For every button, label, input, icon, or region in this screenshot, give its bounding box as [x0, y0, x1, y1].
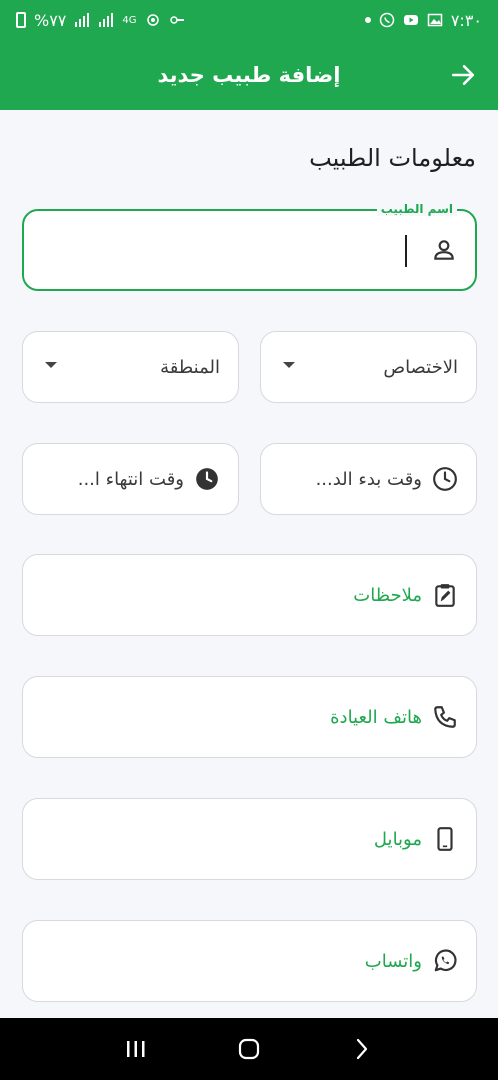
app-bar: إضافة طبيب جديد — [0, 40, 498, 110]
specialty-label: الاختصاص — [383, 356, 458, 378]
specialty-dropdown-arrow-icon — [283, 362, 295, 368]
doctor-name-label: اسم الطبيب — [376, 202, 457, 216]
mobile-label: موبايل — [373, 828, 422, 850]
battery-icon — [16, 12, 26, 28]
clipboard-edit-icon — [435, 584, 455, 607]
back-chevron-icon — [356, 1038, 367, 1060]
notification-dot — [364, 17, 371, 23]
signal-icon-2 — [99, 13, 114, 27]
region-dropdown-arrow-icon — [45, 362, 57, 368]
hotspot-icon — [146, 14, 159, 26]
status-right: ٧:٣٠ — [364, 10, 482, 30]
vpn-key-icon — [169, 16, 184, 24]
whatsapp-icon — [434, 949, 457, 972]
back-arrow-icon[interactable] — [450, 62, 476, 88]
section-title: معلومات الطبيب — [309, 144, 476, 172]
notes-field[interactable]: ملاحظات — [22, 554, 477, 636]
page-title: إضافة طبيب جديد — [157, 63, 341, 87]
end-time-field[interactable]: وقت انتهاء ا... — [22, 443, 239, 515]
doctor-name-field[interactable]: اسم الطبيب — [22, 202, 477, 291]
home-button[interactable] — [234, 1034, 264, 1064]
form-container: معلومات الطبيب اسم الطبيب الاختصاص المنط… — [0, 110, 498, 1018]
clock-outline-icon — [433, 467, 457, 491]
specialty-dropdown[interactable]: الاختصاص — [260, 331, 477, 403]
clock-filled-icon — [196, 468, 218, 490]
smartphone-icon — [437, 827, 453, 851]
clock-time: ٧:٣٠ — [450, 10, 482, 30]
back-button[interactable] — [347, 1034, 377, 1064]
home-icon — [238, 1038, 260, 1060]
whatsapp-field[interactable]: واتساب — [22, 920, 477, 1002]
start-time-field[interactable]: وقت بدء الد... — [260, 443, 477, 515]
data-label: 4G — [122, 14, 137, 26]
end-time-label: وقت انتهاء ا... — [77, 468, 184, 490]
whatsapp-label: واتساب — [364, 950, 422, 972]
youtube-notification-icon — [403, 15, 418, 25]
status-left: %٧٧ 4G — [16, 11, 185, 30]
system-nav-bar — [0, 1018, 498, 1080]
mobile-field[interactable]: موبايل — [22, 798, 477, 880]
clinic-phone-label: هاتف العيادة — [330, 706, 422, 728]
gallery-notification-icon — [427, 13, 443, 27]
phone-icon — [434, 706, 456, 728]
recent-apps-button[interactable] — [121, 1034, 151, 1064]
region-dropdown[interactable]: المنطقة — [22, 331, 239, 403]
text-cursor — [405, 235, 407, 267]
status-bar: %٧٧ 4G ٧:٣٠ — [0, 0, 498, 40]
start-time-label: وقت بدء الد... — [315, 468, 422, 490]
region-label: المنطقة — [160, 356, 220, 378]
whatsapp-notification-icon — [379, 12, 395, 28]
battery-level: %٧٧ — [34, 10, 67, 30]
clinic-phone-field[interactable]: هاتف العيادة — [22, 676, 477, 758]
notes-label: ملاحظات — [353, 584, 422, 606]
signal-icon-1 — [75, 13, 90, 27]
person-icon — [434, 240, 454, 260]
recent-apps-icon — [127, 1041, 145, 1057]
